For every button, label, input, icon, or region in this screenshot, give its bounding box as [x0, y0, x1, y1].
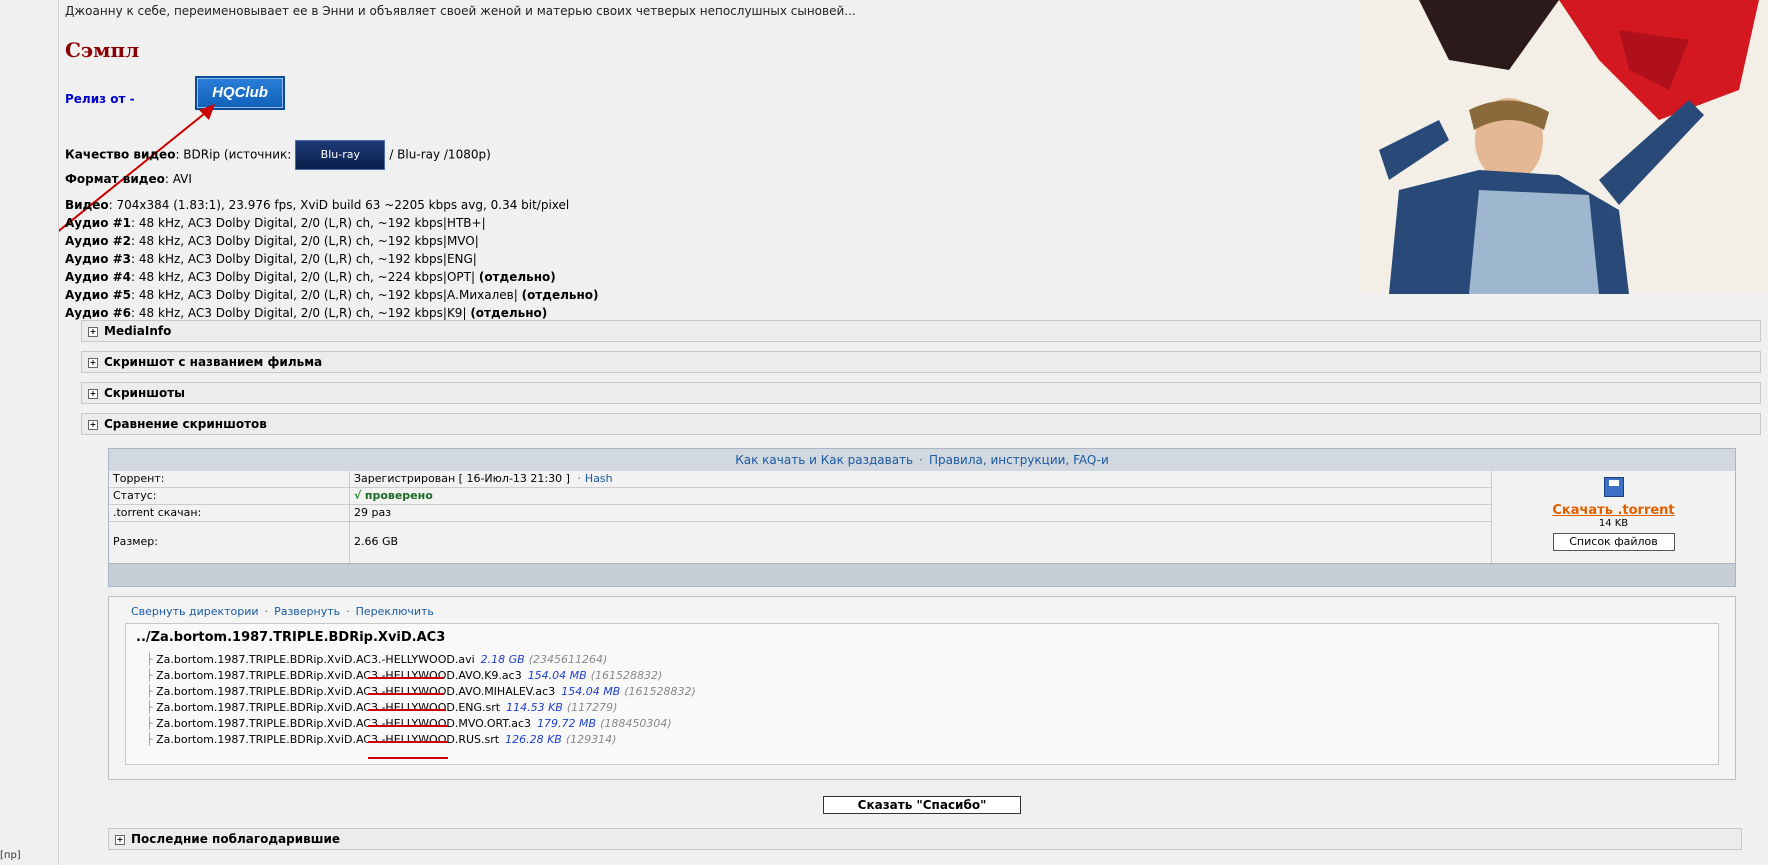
file-list-controls: Свернуть директории · Развернуть · Переключи… — [131, 605, 434, 618]
movie-poster — [1359, 0, 1768, 294]
torrent-row: Торрент: Зарегистрирован [ 16-Июл-13 21:… — [109, 471, 1491, 488]
expand-plus-icon: + — [88, 326, 98, 337]
torrent-file-size: 14 KB — [1598, 518, 1629, 529]
file-item: ├ Za.bortom.1987.TRIPLE.BDRip.XviD.AC3.-… — [146, 716, 696, 732]
hqclub-logo[interactable]: HQClub — [195, 76, 285, 110]
file-name: Za.bortom.1987.TRIPLE.BDRip.XviD.AC3.-HE… — [156, 733, 500, 746]
expand-plus-icon: + — [88, 357, 98, 368]
file-name: Za.bortom.1987.TRIPLE.BDRip.XviD.AC3.-HE… — [156, 653, 475, 666]
video-line: Видео: 704x384 (1.83:1), 23.976 fps, Xvi… — [65, 198, 570, 212]
expand-plus-icon: + — [88, 388, 98, 399]
file-bytes: (188450304) — [600, 717, 672, 730]
file-tree: ../Za.bortom.1987.TRIPLE.BDRip.XviD.AC3 … — [125, 623, 1719, 765]
rules-faq-link[interactable]: Правила, инструкции, FAQ-и — [929, 453, 1109, 467]
spoiler-title-screenshot[interactable]: + Скриншот с названием фильма — [81, 351, 1761, 373]
check-icon: √ — [354, 489, 362, 502]
download-panel: Скачать .torrent 14 KB Список файлов — [1492, 471, 1735, 563]
last-thanked-spoiler[interactable]: + Последние поблагодарившие — [108, 828, 1742, 850]
sidebar-stub: [пр] — [0, 850, 21, 861]
expand-plus-icon: + — [88, 419, 98, 430]
say-thanks-button[interactable]: Сказать "Спасибо" — [823, 796, 1021, 814]
toggle-dirs-link[interactable]: Переключить — [356, 605, 434, 618]
spoiler-mediainfo[interactable]: + MediaInfo — [81, 320, 1761, 342]
file-bytes: (161528832) — [624, 685, 696, 698]
torrent-table-header: Как качать и Как раздавать · Правила, инст… — [109, 449, 1735, 471]
file-list-panel: Свернуть директории · Развернуть · Переключи… — [108, 596, 1736, 780]
spoiler-screenshots[interactable]: + Скриншоты — [81, 382, 1761, 404]
audio-line: Аудио #2: 48 kHz, AC3 Dolby Digital, 2/0… — [65, 234, 479, 248]
file-size: 126.28 KB — [505, 733, 562, 746]
format-line: Формат видео: AVI — [65, 172, 192, 186]
specs-block: Качество видео: BDRip (источник: Blu-ray /… — [65, 140, 599, 322]
torrent-table-body: Торрент: Зарегистрирован [ 16-Июл-13 21:… — [109, 471, 1735, 563]
tree-branch-icon: ├ — [146, 733, 153, 746]
file-size: 179.72 MB — [537, 717, 597, 730]
file-name: Za.bortom.1987.TRIPLE.BDRip.XviD.AC3.-HE… — [156, 669, 522, 682]
download-torrent-link[interactable]: Скачать .torrent — [1492, 503, 1735, 518]
torrent-table-footer — [109, 563, 1735, 586]
audio-list: Аудио #1: 48 kHz, AC3 Dolby Digital, 2/0… — [65, 214, 599, 322]
spoiler-compare-screenshots[interactable]: + Сравнение скриншотов — [81, 413, 1761, 435]
bluray-logo: Blu-ray — [295, 140, 386, 170]
file-item: ├ Za.bortom.1987.TRIPLE.BDRip.XviD.AC3.-… — [146, 732, 696, 748]
tree-branch-icon: ├ — [146, 717, 153, 730]
sample-title: Сэмпл — [65, 38, 140, 62]
file-item: ├ Za.bortom.1987.TRIPLE.BDRip.XviD.AC3.-… — [146, 684, 696, 700]
release-label: Релиз от - — [65, 92, 135, 106]
downloaded-row: .torrent скачан: 29 раз — [109, 505, 1491, 522]
file-item: ├ Za.bortom.1987.TRIPLE.BDRip.XviD.AC3.-… — [146, 668, 696, 684]
file-name: Za.bortom.1987.TRIPLE.BDRip.XviD.AC3.-HE… — [156, 717, 532, 730]
root-folder[interactable]: ../Za.bortom.1987.TRIPLE.BDRip.XviD.AC3 — [136, 630, 445, 645]
audio-line: Аудио #5: 48 kHz, AC3 Dolby Digital, 2/0… — [65, 288, 599, 302]
file-size: 154.04 MB — [561, 685, 621, 698]
file-name: Za.bortom.1987.TRIPLE.BDRip.XviD.AC3.-HE… — [156, 685, 556, 698]
left-sidebar: [пр] — [0, 0, 59, 865]
tree-branch-icon: ├ — [146, 669, 153, 682]
tree-branch-icon: ├ — [146, 701, 153, 714]
file-bytes: (129314) — [565, 733, 617, 746]
audio-line: Аудио #1: 48 kHz, AC3 Dolby Digital, 2/0… — [65, 216, 486, 230]
file-list-button[interactable]: Список файлов — [1552, 533, 1675, 551]
file-size: 114.53 KB — [506, 701, 563, 714]
status-verified: проверено — [364, 489, 433, 502]
file-bytes: (117279) — [566, 701, 618, 714]
floppy-disk-icon[interactable] — [1603, 477, 1624, 497]
hash-link[interactable]: Hash — [585, 472, 613, 485]
expand-plus-icon: + — [115, 834, 125, 845]
file-items: ├ Za.bortom.1987.TRIPLE.BDRip.XviD.AC3.-… — [146, 652, 696, 748]
torrent-info-table: Как качать и Как раздавать · Правила, инст… — [108, 448, 1736, 587]
audio-line: Аудио #3: 48 kHz, AC3 Dolby Digital, 2/0… — [65, 252, 477, 266]
post-body: Джоанну к себе, переименовывает ее в Энн… — [59, 0, 1768, 865]
file-item: ├ Za.bortom.1987.TRIPLE.BDRip.XviD.AC3.-… — [146, 652, 696, 668]
file-bytes: (2345611264) — [528, 653, 608, 666]
tree-branch-icon: ├ — [146, 685, 153, 698]
file-name: Za.bortom.1987.TRIPLE.BDRip.XviD.AC3.-HE… — [156, 701, 501, 714]
how-to-download-link[interactable]: Как качать и Как раздавать — [735, 453, 913, 467]
size-row: Размер: 2.66 GB — [113, 535, 399, 548]
expand-dirs-link[interactable]: Развернуть — [274, 605, 340, 618]
file-size: 2.18 GB — [480, 653, 525, 666]
spoiler-list: + MediaInfo + Скриншот с названием фильма … — [81, 320, 1761, 444]
quality-line: Качество видео: BDRip (источник: Blu-ray /… — [65, 140, 599, 170]
file-size: 154.04 MB — [527, 669, 587, 682]
plot-text: Джоанну к себе, переименовывает ее в Энн… — [65, 4, 856, 18]
file-bytes: (161528832) — [590, 669, 663, 682]
status-row: Статус: √ проверено — [109, 488, 1491, 505]
collapse-dirs-link[interactable]: Свернуть директории — [131, 605, 259, 618]
audio-line: Аудио #4: 48 kHz, AC3 Dolby Digital, 2/0… — [65, 270, 556, 284]
file-item: ├ Za.bortom.1987.TRIPLE.BDRip.XviD.AC3.-… — [146, 700, 696, 716]
tree-branch-icon: ├ — [146, 653, 153, 666]
